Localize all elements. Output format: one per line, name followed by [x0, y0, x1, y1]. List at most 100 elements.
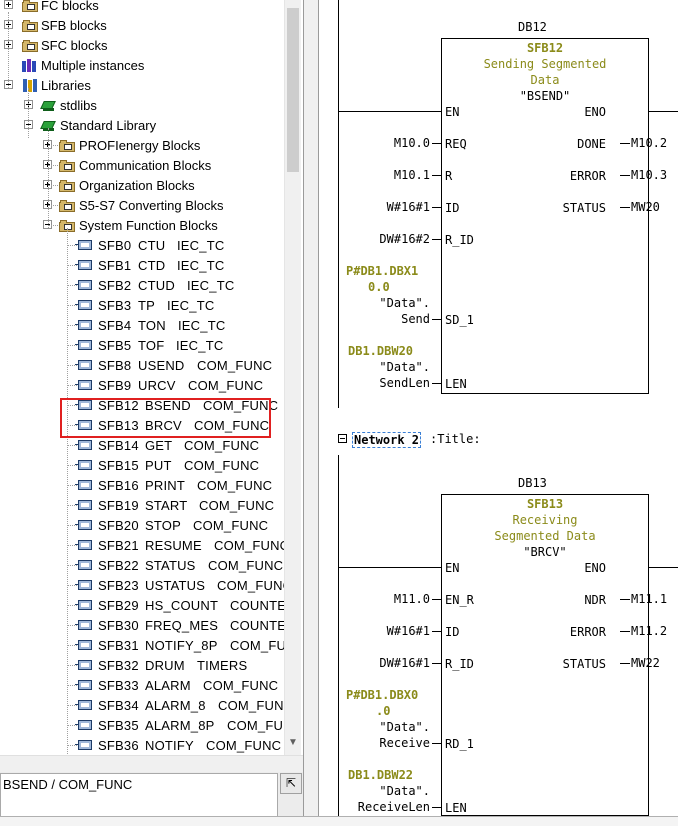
tree-item-sfb33[interactable]: SFB33 ALARM COM_FUNC	[0, 678, 284, 698]
tree-item-stdlibs[interactable]: stdlibs	[0, 98, 284, 118]
sfb-id: SFB4	[98, 318, 132, 333]
jump-to-button[interactable]: ⇱	[280, 773, 302, 794]
tree-item-label: Libraries	[41, 78, 91, 93]
tree-item-libraries[interactable]: Libraries	[0, 78, 284, 98]
expand-icon[interactable]	[4, 0, 13, 9]
operand-error[interactable]: M10.3	[631, 168, 667, 182]
rd-pointer-cont[interactable]: .0	[376, 704, 390, 718]
operand-r-id[interactable]: DW#16#2	[379, 232, 430, 246]
tree-item-sfb22[interactable]: SFB22 STATUS COM_FUNC	[0, 558, 284, 578]
operand-ndr[interactable]: M11.1	[631, 592, 667, 606]
panel-splitter[interactable]	[303, 0, 319, 826]
operand-r-id[interactable]: DW#16#1	[379, 656, 430, 670]
collapse-icon[interactable]	[338, 434, 347, 443]
block-icon	[75, 500, 92, 510]
tree-item-sfb4[interactable]: SFB4 TON IEC_TC	[0, 318, 284, 338]
block-icon	[75, 360, 92, 370]
tree-item-sfb9[interactable]: SFB9 URCV COM_FUNC	[0, 378, 284, 398]
operand-error[interactable]: M11.2	[631, 624, 667, 638]
tree-item-organization-blocks[interactable]: Organization Blocks	[0, 178, 284, 198]
tree-item-sfb19[interactable]: SFB19 START COM_FUNC	[0, 498, 284, 518]
tree-item-sfb20[interactable]: SFB20 STOP COM_FUNC	[0, 518, 284, 538]
tree-item-sfb14[interactable]: SFB14 GET COM_FUNC	[0, 438, 284, 458]
rd-pointer[interactable]: P#DB1.DBX0	[346, 688, 418, 702]
folder-icon	[59, 139, 75, 153]
network-title[interactable]: :Title:	[430, 432, 481, 446]
tree-item-label: SFB blocks	[41, 18, 107, 33]
tree-item-system-function-blocks[interactable]: System Function Blocks	[0, 218, 284, 238]
tree-item-sfb1[interactable]: SFB1 CTD IEC_TC	[0, 258, 284, 278]
operand-en-r[interactable]: M11.0	[394, 592, 430, 606]
sd-pointer-cont[interactable]: 0.0	[368, 280, 390, 294]
sfb13-box[interactable]: SFB13 Receiving Segmented Data "BRCV" EN…	[441, 494, 649, 816]
tree-item-sfb15[interactable]: SFB15 PUT COM_FUNC	[0, 458, 284, 478]
tree-item-multiple-instances[interactable]: Multiple instances	[0, 58, 284, 78]
tree-item-sfb32[interactable]: SFB32 DRUM TIMERS	[0, 658, 284, 678]
tree-item-sfb21[interactable]: SFB21 RESUME COM_FUNC	[0, 538, 284, 558]
sfb-id: SFB5	[98, 338, 132, 353]
tree-connector	[67, 685, 77, 686]
operand-done[interactable]: M10.2	[631, 136, 667, 150]
operand-status[interactable]: MW22	[631, 656, 660, 670]
tree-item-sfb30[interactable]: SFB30 FREQ_MES COUNTERS	[0, 618, 284, 638]
operand-id[interactable]: W#16#1	[387, 624, 430, 638]
sd-pointer[interactable]: P#DB1.DBX1	[346, 264, 418, 278]
output-wire	[620, 599, 630, 600]
tree-item-sfb34[interactable]: SFB34 ALARM_8 COM_FUNC	[0, 698, 284, 718]
tree-item-s5-s7-converting-blocks[interactable]: S5-S7 Converting Blocks	[0, 198, 284, 218]
tree-item-sfb0[interactable]: SFB0 CTU IEC_TC	[0, 238, 284, 258]
tree-item-label: PROFIenergy Blocks	[79, 138, 201, 153]
tree-item-sfb2[interactable]: SFB2 CTUD IEC_TC	[0, 278, 284, 298]
operand-status[interactable]: MW20	[631, 200, 660, 214]
sfb-family: IEC_TC	[176, 338, 224, 353]
tree-item-sfb35[interactable]: SFB35 ALARM_8P COM_FUNC	[0, 718, 284, 738]
vertical-scrollbar[interactable]: ▼	[284, 0, 301, 755]
tree-item-profienergy-blocks[interactable]: PROFIenergy Blocks	[0, 138, 284, 158]
tree-item-fc-blocks[interactable]: FC blocks	[0, 0, 284, 18]
tree-item-sfb31[interactable]: SFB31 NOTIFY_8P COM_FUNC	[0, 638, 284, 658]
tree-item-label: Standard Library	[60, 118, 157, 133]
sfb-name: USTATUS	[145, 578, 206, 593]
tree-connector	[67, 245, 77, 246]
tree-item-sfc-blocks[interactable]: SFC blocks	[0, 38, 284, 58]
sfb-description: Segmented Data	[494, 529, 596, 543]
operand-req[interactable]: M10.0	[394, 136, 430, 150]
rd-name: Receive	[379, 736, 430, 750]
scroll-down-arrow-icon[interactable]: ▼	[287, 736, 299, 750]
tree-connector	[48, 128, 49, 228]
tree-connector	[67, 745, 77, 746]
sfb12-box[interactable]: SFB12 Sending Segmented Data "BSEND" EN …	[441, 38, 649, 394]
tree-item-sfb29[interactable]: SFB29 HS_COUNT COUNTER	[0, 598, 284, 618]
sfb-description: Data	[530, 73, 560, 87]
eno-wire	[649, 567, 678, 568]
tree-item-sfb8[interactable]: SFB8 USEND COM_FUNC	[0, 358, 284, 378]
tree-item-sfb23[interactable]: SFB23 USTATUS COM_FUNC	[0, 578, 284, 598]
network-label[interactable]: Network 2	[352, 432, 422, 448]
tree-item-sfb-blocks[interactable]: SFB blocks	[0, 18, 284, 38]
tree-item-communication-blocks[interactable]: Communication Blocks	[0, 158, 284, 178]
rd-symbol: "Data".	[379, 720, 430, 734]
tree-item-sfb5[interactable]: SFB5 TOF IEC_TC	[0, 338, 284, 358]
tree-item-label: Multiple instances	[41, 58, 145, 73]
tree-item-standard-library[interactable]: Standard Library	[0, 118, 284, 138]
operand-id[interactable]: W#16#1	[387, 200, 430, 214]
sd-name: Send	[401, 312, 430, 326]
tree-item-sfb16[interactable]: SFB16 PRINT COM_FUNC	[0, 478, 284, 498]
pin-len: LEN	[445, 801, 467, 815]
len-symbol: "Data".	[379, 784, 430, 798]
operand-r[interactable]: M10.1	[394, 168, 430, 182]
sfb-id: SFB1	[98, 258, 132, 273]
sfb-name: FREQ_MES	[145, 618, 219, 633]
tree-connector	[67, 485, 77, 486]
block-icon	[75, 480, 92, 490]
tree-item-sfb36[interactable]: SFB36 NOTIFY COM_FUNC	[0, 738, 284, 755]
len-address[interactable]: DB1.DBW20	[348, 344, 413, 358]
tree-item-sfb3[interactable]: SFB3 TP IEC_TC	[0, 298, 284, 318]
horizontal-scrollbar[interactable]	[0, 755, 303, 772]
tree-connector	[8, 12, 9, 88]
len-address[interactable]: DB1.DBW22	[348, 768, 413, 782]
scrollbar-thumb[interactable]	[287, 8, 299, 172]
tree-connector	[67, 385, 77, 386]
sfb-id: SFB8	[98, 358, 132, 373]
selected-block-field[interactable]: BSEND / COM_FUNC	[0, 773, 278, 817]
